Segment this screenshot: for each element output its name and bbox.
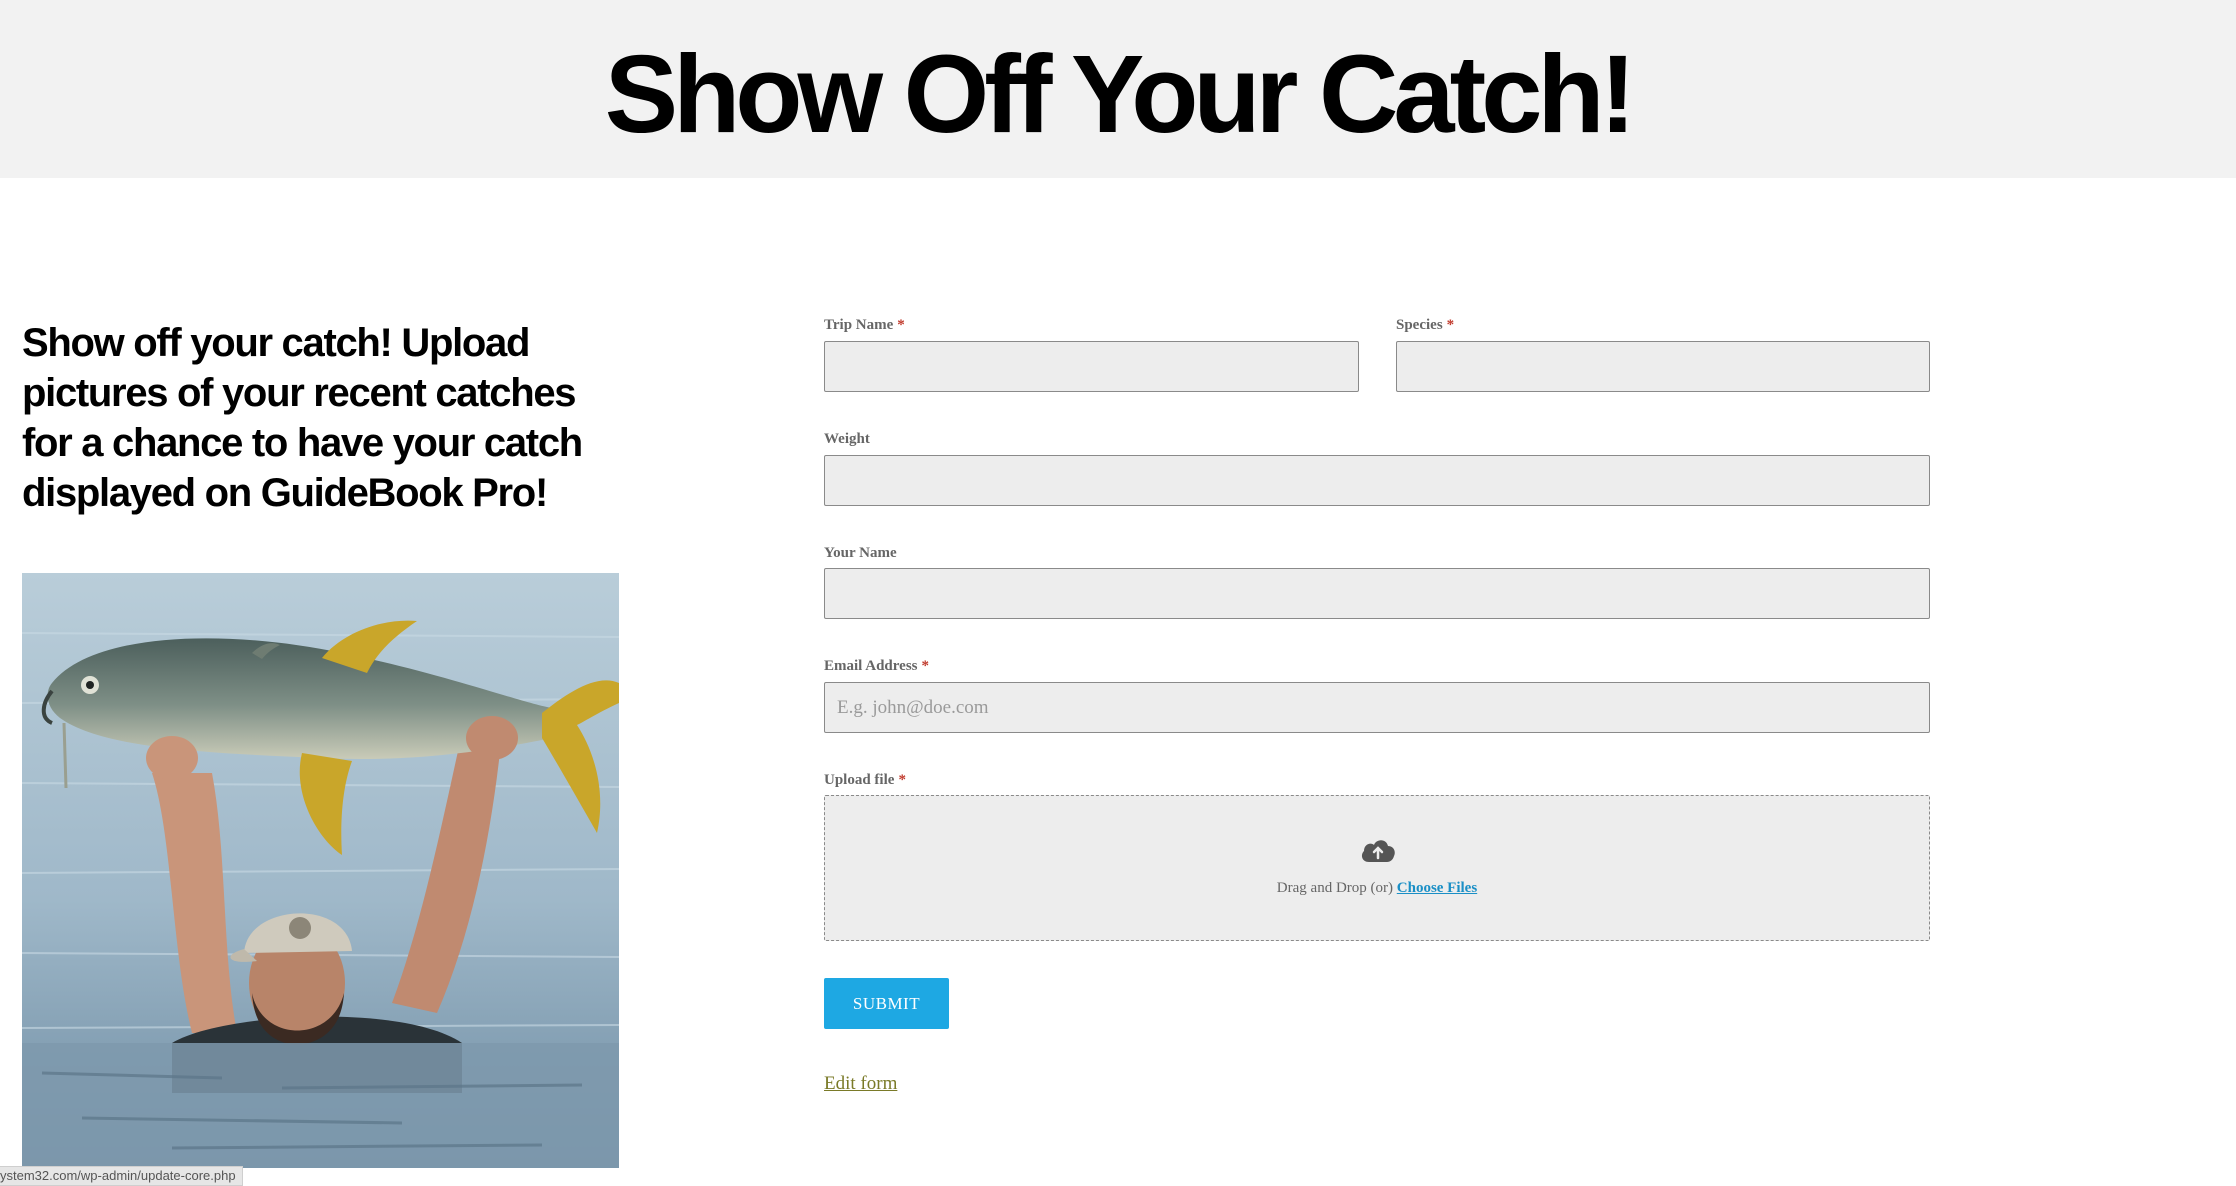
required-asterisk: * [1446, 317, 1455, 333]
email-input[interactable] [824, 682, 1930, 733]
intro-text: Show off your catch! Upload pictures of … [22, 321, 583, 515]
catch-photo [22, 573, 619, 1168]
weight-label: Weight [824, 431, 870, 447]
your-name-input[interactable] [824, 568, 1930, 619]
catch-submission-form: Trip Name * Species * Weight Your Name Ema… [824, 315, 1930, 1115]
submit-button[interactable]: SUBMIT [824, 978, 949, 1029]
page-title: Show Off Your Catch! [604, 33, 1636, 156]
species-label: Species * [1396, 317, 1455, 333]
cloud-upload-icon [1361, 840, 1395, 862]
drag-drop-text: Drag and Drop (or) [1276, 880, 1394, 896]
required-asterisk: * [898, 772, 906, 788]
required-asterisk: * [897, 317, 905, 333]
your-name-label: Your Name [824, 545, 897, 561]
dropzone-text: Drag and Drop (or) Choose Files [825, 880, 1929, 897]
required-asterisk: * [921, 658, 930, 674]
weight-input[interactable] [824, 455, 1930, 506]
trip-name-label: Trip Name * [824, 317, 905, 333]
species-input[interactable] [1396, 341, 1930, 392]
upload-label: Upload file * [824, 772, 906, 788]
choose-files-link[interactable]: Choose Files [1397, 880, 1477, 896]
file-dropzone[interactable]: Drag and Drop (or) Choose Files [824, 795, 1930, 941]
trip-name-input[interactable] [824, 341, 1359, 392]
status-bar-url: ystem32.com/wp-admin/update-core.php [0, 1166, 243, 1186]
edit-form-link[interactable]: Edit form [824, 1073, 897, 1095]
hero-banner: Show Off Your Catch! [0, 0, 2236, 178]
email-label: Email Address * [824, 658, 930, 674]
